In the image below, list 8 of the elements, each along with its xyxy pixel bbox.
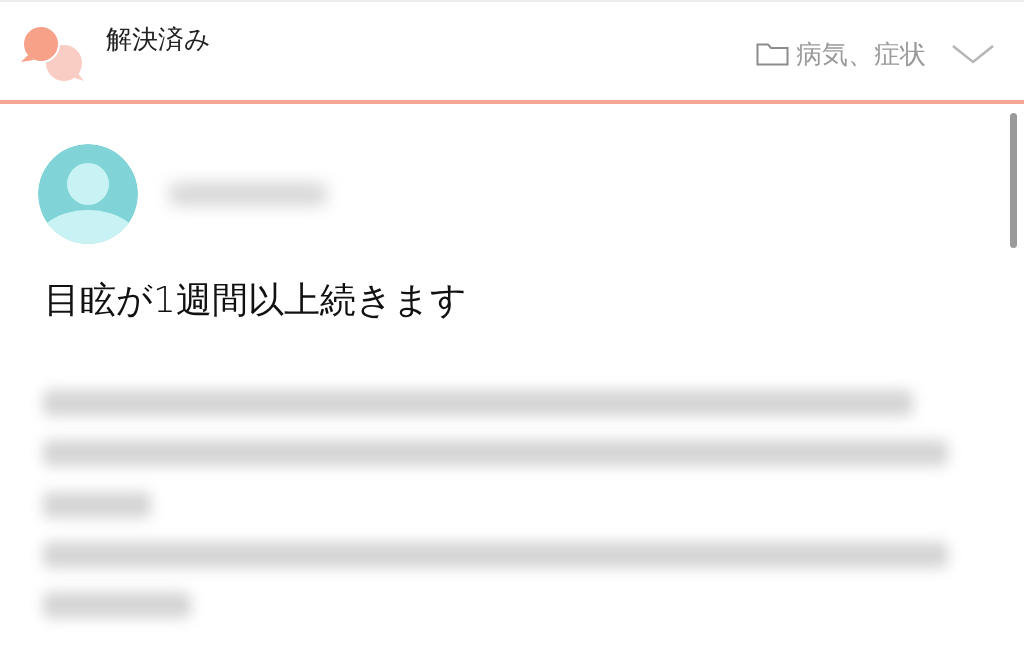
chat-bubbles-icon xyxy=(20,25,84,82)
category-label[interactable]: 病気、症状 xyxy=(796,37,926,71)
chevron-down-icon[interactable] xyxy=(952,44,994,64)
avatar-icon xyxy=(38,144,138,244)
status-label: 解決済み xyxy=(106,23,211,56)
folder-icon xyxy=(756,42,789,66)
post-title: 目眩が1週間以上続きます xyxy=(44,278,467,322)
scrollbar-thumb[interactable] xyxy=(1010,113,1017,248)
